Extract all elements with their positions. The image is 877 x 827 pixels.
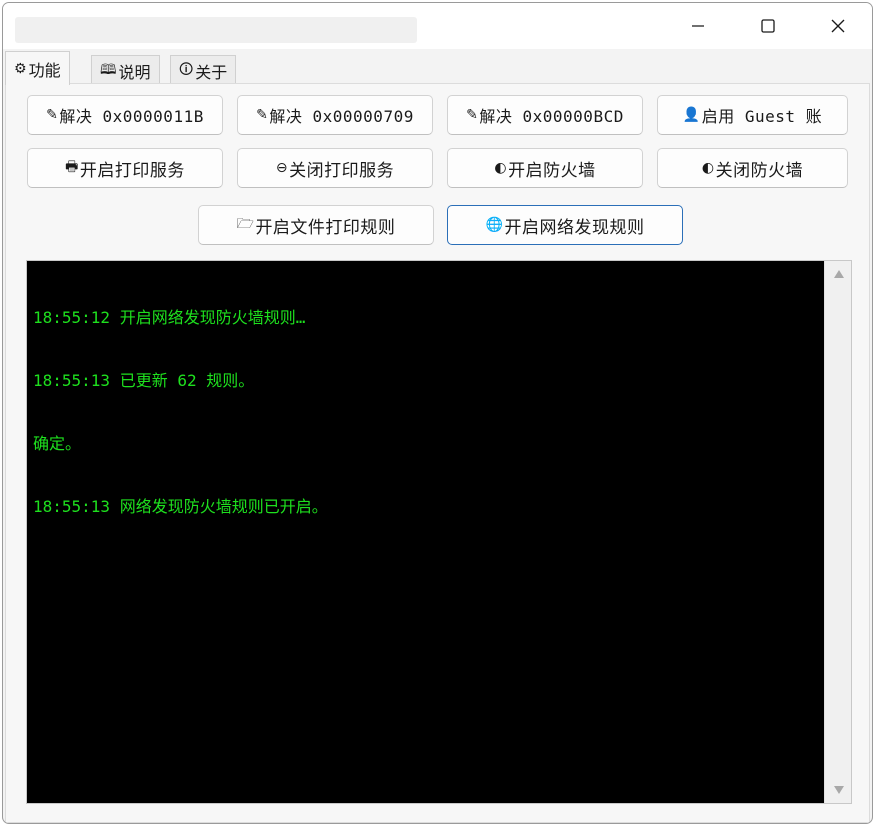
printer-icon: 🖶 — [65, 159, 79, 175]
button-label: 开启文件打印规则 — [255, 217, 396, 238]
maximize-icon — [761, 19, 775, 33]
tab-label: 关于 — [195, 62, 228, 82]
disable-print-service-button[interactable]: ⊖ 关闭打印服务 — [237, 148, 433, 188]
enable-file-print-rules-button[interactable]: 🗁 开启文件打印规则 — [198, 205, 434, 245]
triangle-down-icon — [833, 786, 844, 794]
wrench-icon: ✎ — [256, 107, 269, 123]
button-label: 开启打印服务 — [79, 160, 185, 181]
scroll-up-button[interactable] — [825, 263, 852, 285]
enable-guest-account-button[interactable]: 👤 启用 Guest 账 — [657, 95, 848, 135]
enable-network-discovery-rules-button[interactable]: 🌐 开启网络发现规则 — [447, 205, 683, 245]
app-window: ⚙ 功能 🕮 说明 🛈 关于 ✎ 解决 0x0000011B ✎ 解决 0x0000070… — [2, 2, 873, 824]
close-button[interactable] — [803, 3, 872, 49]
tab-label: 说明 — [118, 62, 151, 82]
half-circle-icon: ◐ — [701, 160, 715, 176]
button-label: 启用 Guest 账 — [701, 107, 823, 126]
button-label: 关闭防火墙 — [715, 160, 804, 181]
user-icon: 👤 — [682, 107, 701, 123]
log-line: 18:55:13 网络发现防火墙规则已开启。 — [33, 497, 328, 516]
log-line: 确定。 — [33, 434, 82, 453]
log-output: 18:55:12 开启网络发现防火墙规则… 18:55:13 已更新 62 规则… — [33, 265, 823, 559]
fix-0x00000709-button[interactable]: ✎ 解决 0x00000709 — [237, 95, 433, 135]
title-bar — [3, 3, 872, 49]
maximize-button[interactable] — [733, 3, 803, 49]
tab-functions[interactable]: ⚙ 功能 — [5, 51, 70, 85]
enable-firewall-button[interactable]: ◐ 开启防火墙 — [447, 148, 643, 188]
minus-circle-icon: ⊖ — [275, 160, 289, 176]
fix-0x0000011b-button[interactable]: ✎ 解决 0x0000011B — [27, 95, 223, 135]
tab-instructions[interactable]: 🕮 说明 — [91, 55, 160, 85]
button-label: 解决 0x0000011B — [59, 107, 204, 126]
tab-about[interactable]: 🛈 关于 — [170, 55, 237, 85]
log-console[interactable]: 18:55:12 开启网络发现防火墙规则… 18:55:13 已更新 62 规则… — [26, 260, 852, 804]
info-icon: 🛈 — [179, 61, 194, 78]
disable-firewall-button[interactable]: ◐ 关闭防火墙 — [657, 148, 848, 188]
close-icon — [831, 19, 845, 33]
half-circle-icon: ◐ — [494, 160, 508, 176]
window-title-area — [15, 17, 417, 43]
wrench-icon: ✎ — [466, 107, 479, 123]
folder-icon: 🗁 — [236, 216, 255, 232]
enable-print-service-button[interactable]: 🖶 开启打印服务 — [27, 148, 223, 188]
vertical-scrollbar[interactable] — [824, 261, 851, 803]
button-label: 关闭打印服务 — [289, 160, 395, 181]
globe-icon: 🌐 — [485, 217, 504, 233]
triangle-up-icon — [833, 270, 844, 278]
gear-icon: ⚙ — [14, 60, 27, 77]
scroll-down-button[interactable] — [825, 779, 852, 801]
book-icon: 🕮 — [100, 61, 117, 78]
wrench-icon: ✎ — [46, 107, 59, 123]
log-line: 18:55:13 已更新 62 规则。 — [33, 371, 255, 390]
minimize-button[interactable] — [663, 3, 733, 49]
tab-label: 功能 — [28, 60, 61, 80]
button-label: 解决 0x00000709 — [269, 107, 414, 126]
button-label: 开启防火墙 — [508, 160, 596, 181]
tab-bar: ⚙ 功能 🕮 说明 🛈 关于 — [3, 49, 872, 85]
button-label: 解决 0x00000BCD — [479, 107, 624, 126]
minimize-icon — [692, 25, 704, 27]
log-line: 18:55:12 开启网络发现防火墙规则… — [33, 308, 306, 327]
button-label: 开启网络发现规则 — [504, 217, 645, 238]
fix-0x00000bcd-button[interactable]: ✎ 解决 0x00000BCD — [447, 95, 643, 135]
